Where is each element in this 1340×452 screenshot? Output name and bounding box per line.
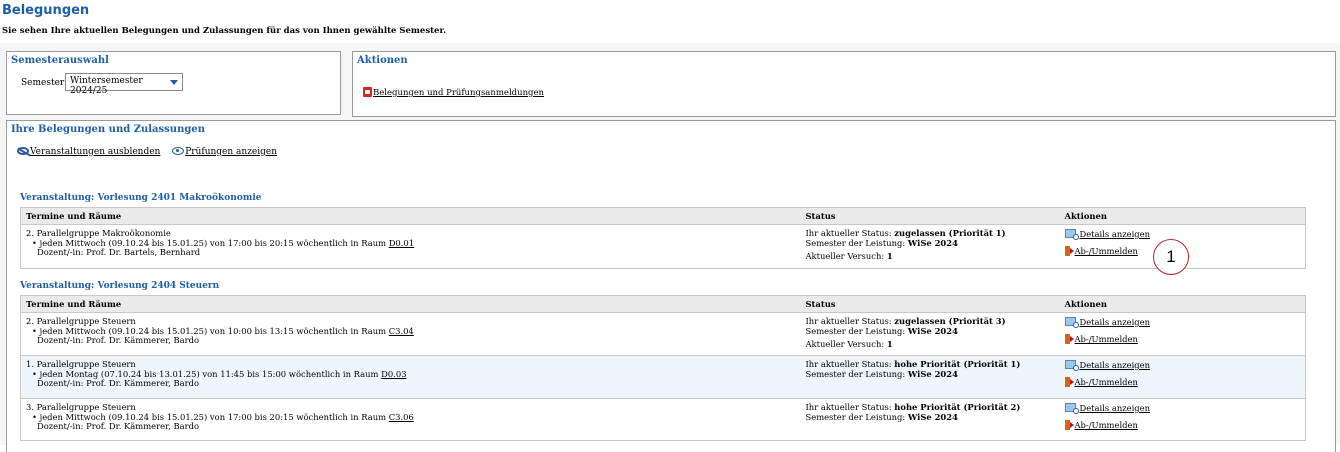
room-link[interactable]: C3.04	[389, 326, 414, 336]
lecturer: Dozent/-in: Prof. Dr. Kämmerer, Bardo	[37, 335, 200, 346]
details-label: Details anzeigen	[1079, 360, 1151, 370]
eye-icon	[172, 147, 185, 155]
schedule-text: jeden Mittwoch (09.10.24 bis 15.01.25) v…	[39, 237, 387, 248]
schedule-text: jeden Montag (07.10.24 bis 13.01.25) von…	[39, 368, 379, 379]
event-title: Veranstaltung: Vorlesung 2401 Makroökono…	[20, 193, 262, 203]
hide-events-link[interactable]: Veranstaltungen ausblenden	[17, 147, 160, 157]
semester-select-value: Wintersemester 2024/25	[70, 76, 143, 96]
table-header-row: Termine und Räume Status Aktionen	[20, 207, 1306, 225]
semester-panel-title: Semesterauswahl	[11, 55, 109, 66]
status-label: Ihr aktueller Status:	[805, 228, 892, 238]
details-label: Details anzeigen	[1079, 317, 1151, 327]
room-link[interactable]: D0.03	[381, 369, 406, 379]
semester-value: WiSe 2024	[907, 411, 958, 422]
semester-select[interactable]: Wintersemester 2024/25	[65, 73, 183, 96]
event-table: Termine und Räume Status Aktionen 2. Par…	[20, 295, 1306, 441]
change-label: Ab-/Ummelden	[1074, 334, 1138, 344]
lecturer: Dozent/-in: Prof. Dr. Kämmerer, Bardo	[37, 421, 200, 432]
semester-line: Semester der Leistung: WiSe 2024	[805, 411, 1055, 423]
actions-panel: Aktionen Belegungen und Prüfungsanmeldun…	[352, 51, 1336, 117]
attempt-label: Aktueller Versuch:	[805, 339, 885, 350]
exit-door-icon	[1064, 246, 1074, 256]
show-exams-label: Prüfungen anzeigen	[185, 147, 278, 157]
actions-panel-title: Aktionen	[357, 55, 408, 66]
change-enrollment-link[interactable]: Ab-/Ummelden	[1064, 420, 1301, 437]
attempt-value: 1	[886, 251, 893, 262]
semester-line: Semester der Leistung: WiSe 2024	[805, 368, 1055, 380]
change-label: Ab-/Ummelden	[1074, 246, 1138, 256]
page-title: Belegungen	[2, 3, 90, 18]
header-status: Status	[800, 295, 1060, 313]
semester-value: WiSe 2024	[907, 237, 958, 248]
header-status: Status	[800, 207, 1060, 225]
semester-label: Semester der Leistung:	[805, 411, 906, 422]
exit-door-icon	[1064, 420, 1074, 430]
details-label: Details anzeigen	[1079, 229, 1151, 239]
room-link[interactable]: D0.01	[389, 238, 414, 248]
details-link[interactable]: Details anzeigen	[1064, 317, 1301, 334]
details-icon	[1064, 360, 1079, 371]
details-icon	[1064, 403, 1079, 414]
table-row: 2. Parallelgruppe Makroökonomie • jeden …	[20, 224, 1306, 269]
schedule-text: jeden Mittwoch (09.10.24 bis 15.01.25) v…	[39, 325, 387, 336]
status-label: Ihr aktueller Status:	[805, 402, 892, 412]
hide-events-label: Veranstaltungen ausblenden	[30, 147, 161, 157]
table-row: 1. Parallelgruppe Steuern • jeden Montag…	[20, 355, 1306, 399]
room-link[interactable]: C3.06	[389, 412, 414, 422]
eye-slash-icon	[17, 147, 29, 155]
details-link[interactable]: Details anzeigen	[1064, 403, 1301, 420]
show-exams-link[interactable]: Prüfungen anzeigen	[163, 147, 277, 157]
header-actions: Aktionen	[1059, 295, 1306, 313]
status-value: hohe Priorität (Priorität 1)	[894, 359, 1021, 369]
status-label: Ihr aktueller Status:	[805, 316, 892, 326]
enrollments-toolbar: Veranstaltungen ausblenden Prüfungen anz…	[17, 147, 277, 157]
status-label: Ihr aktueller Status:	[805, 359, 892, 369]
semester-value: WiSe 2024	[907, 325, 958, 336]
details-label: Details anzeigen	[1079, 403, 1151, 413]
pdf-link[interactable]: Belegungen und Prüfungsanmeldungen	[363, 87, 544, 98]
attempt-line: Aktueller Versuch: 1	[805, 339, 1055, 350]
change-label: Ab-/Ummelden	[1074, 377, 1138, 387]
semester-panel: Semesterauswahl Semester Wintersemester …	[6, 51, 341, 115]
semester-label: Semester der Leistung:	[805, 368, 906, 379]
semester-line: Semester der Leistung: WiSe 2024	[805, 237, 1055, 249]
details-icon	[1064, 317, 1079, 328]
details-icon	[1064, 229, 1079, 240]
event-title: Veranstaltung: Vorlesung 2404 Steuern	[20, 281, 220, 291]
pdf-icon	[363, 87, 372, 97]
details-link[interactable]: Details anzeigen	[1064, 360, 1301, 377]
status-value: zugelassen (Priorität 3)	[894, 316, 1006, 326]
header-actions: Aktionen	[1059, 207, 1306, 225]
semester-label: Semester	[21, 78, 65, 88]
annotation-marker: 1	[1153, 239, 1189, 275]
exit-door-icon	[1064, 377, 1074, 387]
attempt-label: Aktueller Versuch:	[805, 251, 885, 262]
change-enrollment-link[interactable]: Ab-/Ummelden	[1064, 334, 1301, 351]
exit-door-icon	[1064, 334, 1074, 344]
semester-label: Semester der Leistung:	[805, 325, 906, 336]
table-row: 2. Parallelgruppe Steuern • jeden Mittwo…	[20, 312, 1306, 356]
schedule-text: jeden Mittwoch (09.10.24 bis 15.01.25) v…	[39, 411, 387, 422]
lecturer: Dozent/-in: Prof. Dr. Kämmerer, Bardo	[37, 378, 200, 389]
semester-value: WiSe 2024	[907, 368, 958, 379]
status-value: hohe Priorität (Priorität 2)	[894, 402, 1021, 412]
page-intro: Sie sehen Ihre aktuellen Belegungen und …	[2, 26, 447, 36]
table-row: 3. Parallelgruppe Steuern • jeden Mittwo…	[20, 398, 1306, 441]
event-table: Termine und Räume Status Aktionen 2. Par…	[20, 207, 1306, 269]
enrollments-panel-title: Ihre Belegungen und Zulassungen	[11, 124, 205, 135]
lecturer: Dozent/-in: Prof. Dr. Bartels, Bernhard	[37, 247, 201, 258]
pdf-link-label: Belegungen und Prüfungsanmeldungen	[373, 88, 544, 98]
status-value: zugelassen (Priorität 1)	[894, 228, 1006, 238]
attempt-value: 1	[886, 339, 893, 350]
change-enrollment-link[interactable]: Ab-/Ummelden	[1064, 377, 1301, 394]
attempt-line: Aktueller Versuch: 1	[805, 251, 1055, 262]
semester-line: Semester der Leistung: WiSe 2024	[805, 325, 1055, 337]
table-header-row: Termine und Räume Status Aktionen	[20, 295, 1306, 313]
header-dates: Termine und Räume	[20, 295, 801, 313]
change-label: Ab-/Ummelden	[1074, 420, 1138, 430]
header-dates: Termine und Räume	[20, 207, 801, 225]
chevron-down-icon	[170, 80, 178, 85]
semester-label: Semester der Leistung:	[805, 237, 906, 248]
